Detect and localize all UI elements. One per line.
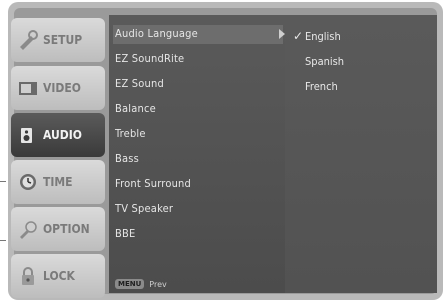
menu-item-bass[interactable]: Bass (115, 152, 139, 165)
option-spanish[interactable]: Spanish (305, 55, 344, 68)
video-icon (17, 78, 39, 98)
tab-video[interactable]: VIDEO (11, 66, 105, 110)
callout-tick (0, 240, 6, 241)
tab-label: AUDIO (43, 128, 82, 142)
audio-icon (17, 125, 39, 145)
menu-item-ez-sound[interactable]: EZ Sound (115, 77, 164, 90)
tab-label: LOCK (43, 269, 75, 283)
menu-item-front-surround[interactable]: Front Surround (115, 177, 191, 190)
setup-icon (17, 30, 39, 50)
audio-language-submenu: ✓ English Spanish French (285, 15, 437, 293)
tab-label: SETUP (43, 33, 83, 47)
option-english[interactable]: English (305, 30, 341, 43)
callout-tick (0, 181, 6, 182)
menu-item-ez-soundrite[interactable]: EZ SoundRite (115, 52, 184, 65)
option-french[interactable]: French (305, 80, 338, 93)
tab-audio[interactable]: AUDIO (11, 113, 105, 157)
tab-label: OPTION (43, 222, 90, 236)
prev-label: Prev (149, 279, 167, 289)
tab-time[interactable]: TIME (11, 160, 105, 204)
menu-item-tv-speaker[interactable]: TV Speaker (115, 202, 173, 215)
menu-item-balance[interactable]: Balance (115, 102, 156, 115)
menu-item-bbe[interactable]: BBE (115, 227, 135, 240)
lock-icon (17, 266, 39, 286)
tab-setup[interactable]: SETUP (11, 18, 105, 62)
menu-frame: SETUP VIDEO AUDIO TIME OPTION LOCK Audio… (8, 2, 443, 300)
option-icon (17, 219, 39, 239)
menu-item-audio-language[interactable]: Audio Language (115, 27, 198, 40)
tab-option[interactable]: OPTION (11, 207, 105, 251)
tab-lock[interactable]: LOCK (11, 254, 105, 298)
menu-button-icon: MENU (115, 279, 145, 289)
audio-menu-list: Audio Language EZ SoundRite EZ Sound Bal… (109, 15, 285, 293)
menu-footer: MENU Prev (115, 279, 167, 289)
time-icon (17, 172, 39, 192)
tab-label: VIDEO (43, 81, 81, 95)
check-icon: ✓ (293, 29, 304, 43)
tab-label: TIME (43, 175, 73, 189)
menu-item-treble[interactable]: Treble (115, 127, 146, 140)
